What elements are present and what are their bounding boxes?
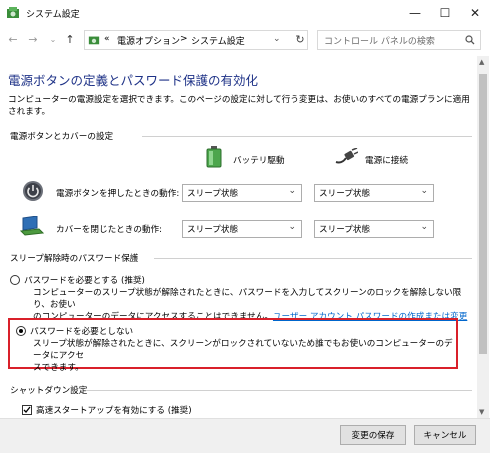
page-title: 電源ボタンの定義とパスワード保護の有効化 (8, 73, 259, 88)
select-value: スリープ状態 (187, 189, 239, 199)
power-button-battery-select[interactable]: スリープ状態 ⌄ (182, 184, 302, 202)
chevron-down-icon[interactable]: ⌄ (273, 34, 281, 44)
search-input[interactable]: コントロール パネルの検索 (317, 30, 481, 50)
search-placeholder: コントロール パネルの検索 (324, 37, 435, 47)
chevron-down-icon: ⌄ (288, 186, 296, 196)
no-password-description: スリープ状態が解除されたときに、スクリーンがロックされていないため誰でもお使いの… (33, 338, 453, 374)
content-area: 電源ボタンの定義とパスワード保護の有効化 コンピューターの電源設定を選択できます… (0, 56, 490, 418)
check-icon (23, 406, 31, 413)
scroll-up-icon[interactable]: ▲ (479, 58, 484, 66)
lid-plugged-select[interactable]: スリープ状態 ⌄ (314, 220, 434, 238)
recent-dropdown-icon[interactable]: ⌄ (46, 32, 60, 48)
column-battery: バッテリ駆動 (233, 156, 285, 166)
vertical-scrollbar[interactable]: ▲ ▼ (477, 56, 489, 418)
shutdown-section-title: シャットダウン設定 (10, 386, 88, 396)
back-arrow-icon[interactable]: ← (6, 32, 20, 48)
maximize-button[interactable]: ☐ (430, 0, 460, 26)
address-row: ← → ⌄ ↑ « 電源オプション > システム設定 ⌄ ↻ コントロール パネ… (0, 28, 490, 52)
scrollbar-thumb[interactable] (479, 74, 487, 354)
lid-close-label: カバーを閉じたときの動作: (56, 225, 163, 235)
address-bar[interactable]: « 電源オプション > システム設定 ⌄ (84, 30, 308, 50)
description-line: スリープ状態が解除されたときに、スクリーンがロックされていないため誰でもお使いの… (33, 339, 453, 361)
no-password-label[interactable]: パスワードを必要としない (30, 325, 133, 337)
power-button-icon (23, 181, 43, 201)
power-button-label: 電源ボタンを押したときの動作: (56, 189, 180, 199)
no-password-radio[interactable] (16, 326, 26, 336)
breadcrumb-prefix[interactable]: « (104, 34, 110, 44)
select-value: スリープ状態 (319, 189, 371, 199)
control-panel-icon (88, 36, 100, 45)
minimize-button[interactable]: — (400, 0, 430, 26)
select-value: スリープ状態 (187, 225, 239, 235)
control-panel-icon (7, 7, 19, 18)
description-line: コンピューターのスリープ状態が解除されたときに、パスワードを入力してスクリーンの… (33, 288, 462, 310)
radio-selected-dot (19, 329, 23, 333)
laptop-lid-icon (20, 216, 44, 236)
require-password-radio[interactable] (10, 275, 20, 285)
section-divider (142, 136, 472, 137)
battery-icon (206, 146, 222, 168)
fast-startup-label[interactable]: 高速スタートアップを有効にする (推奨) (36, 404, 192, 416)
power-plug-icon (335, 148, 358, 164)
password-section-title: スリープ解除時のパスワード保護 (10, 254, 139, 264)
cancel-button[interactable]: キャンセル (414, 425, 476, 445)
save-changes-button[interactable]: 変更の保存 (340, 425, 406, 445)
search-icon[interactable] (465, 35, 475, 45)
forward-arrow-icon[interactable]: → (26, 32, 40, 48)
footer-bar: 変更の保存 キャンセル (0, 418, 490, 453)
close-button[interactable]: ✕ (460, 0, 490, 26)
page-description: コンピューターの電源設定を選択できます。このページの設定に対して行う変更は、お使… (8, 95, 470, 117)
scroll-down-icon[interactable]: ▼ (479, 408, 484, 416)
section-divider (154, 258, 472, 259)
refresh-icon[interactable]: ↻ (293, 32, 307, 48)
window-title: システム設定 (26, 10, 80, 20)
select-value: スリープ状態 (319, 225, 371, 235)
title-bar: システム設定 — ☐ ✕ (0, 0, 490, 26)
section-divider (86, 390, 472, 391)
breadcrumb-separator: > (180, 34, 188, 44)
up-arrow-icon[interactable]: ↑ (63, 32, 77, 48)
description-line: スできます。 (33, 363, 84, 373)
power-section-title: 電源ボタンとカバーの設定 (10, 132, 114, 142)
chevron-down-icon: ⌄ (420, 186, 428, 196)
lid-battery-select[interactable]: スリープ状態 ⌄ (182, 220, 302, 238)
breadcrumb-power-options[interactable]: 電源オプション (117, 34, 180, 47)
column-plugged-in: 電源に接続 (365, 156, 408, 166)
chevron-down-icon: ⌄ (420, 222, 428, 232)
chevron-down-icon: ⌄ (288, 222, 296, 232)
require-password-label[interactable]: パスワードを必要とする (推奨) (24, 274, 145, 286)
fast-startup-checkbox[interactable] (22, 405, 32, 415)
power-button-plugged-select[interactable]: スリープ状態 ⌄ (314, 184, 434, 202)
breadcrumb-system-settings[interactable]: システム設定 (191, 34, 245, 47)
